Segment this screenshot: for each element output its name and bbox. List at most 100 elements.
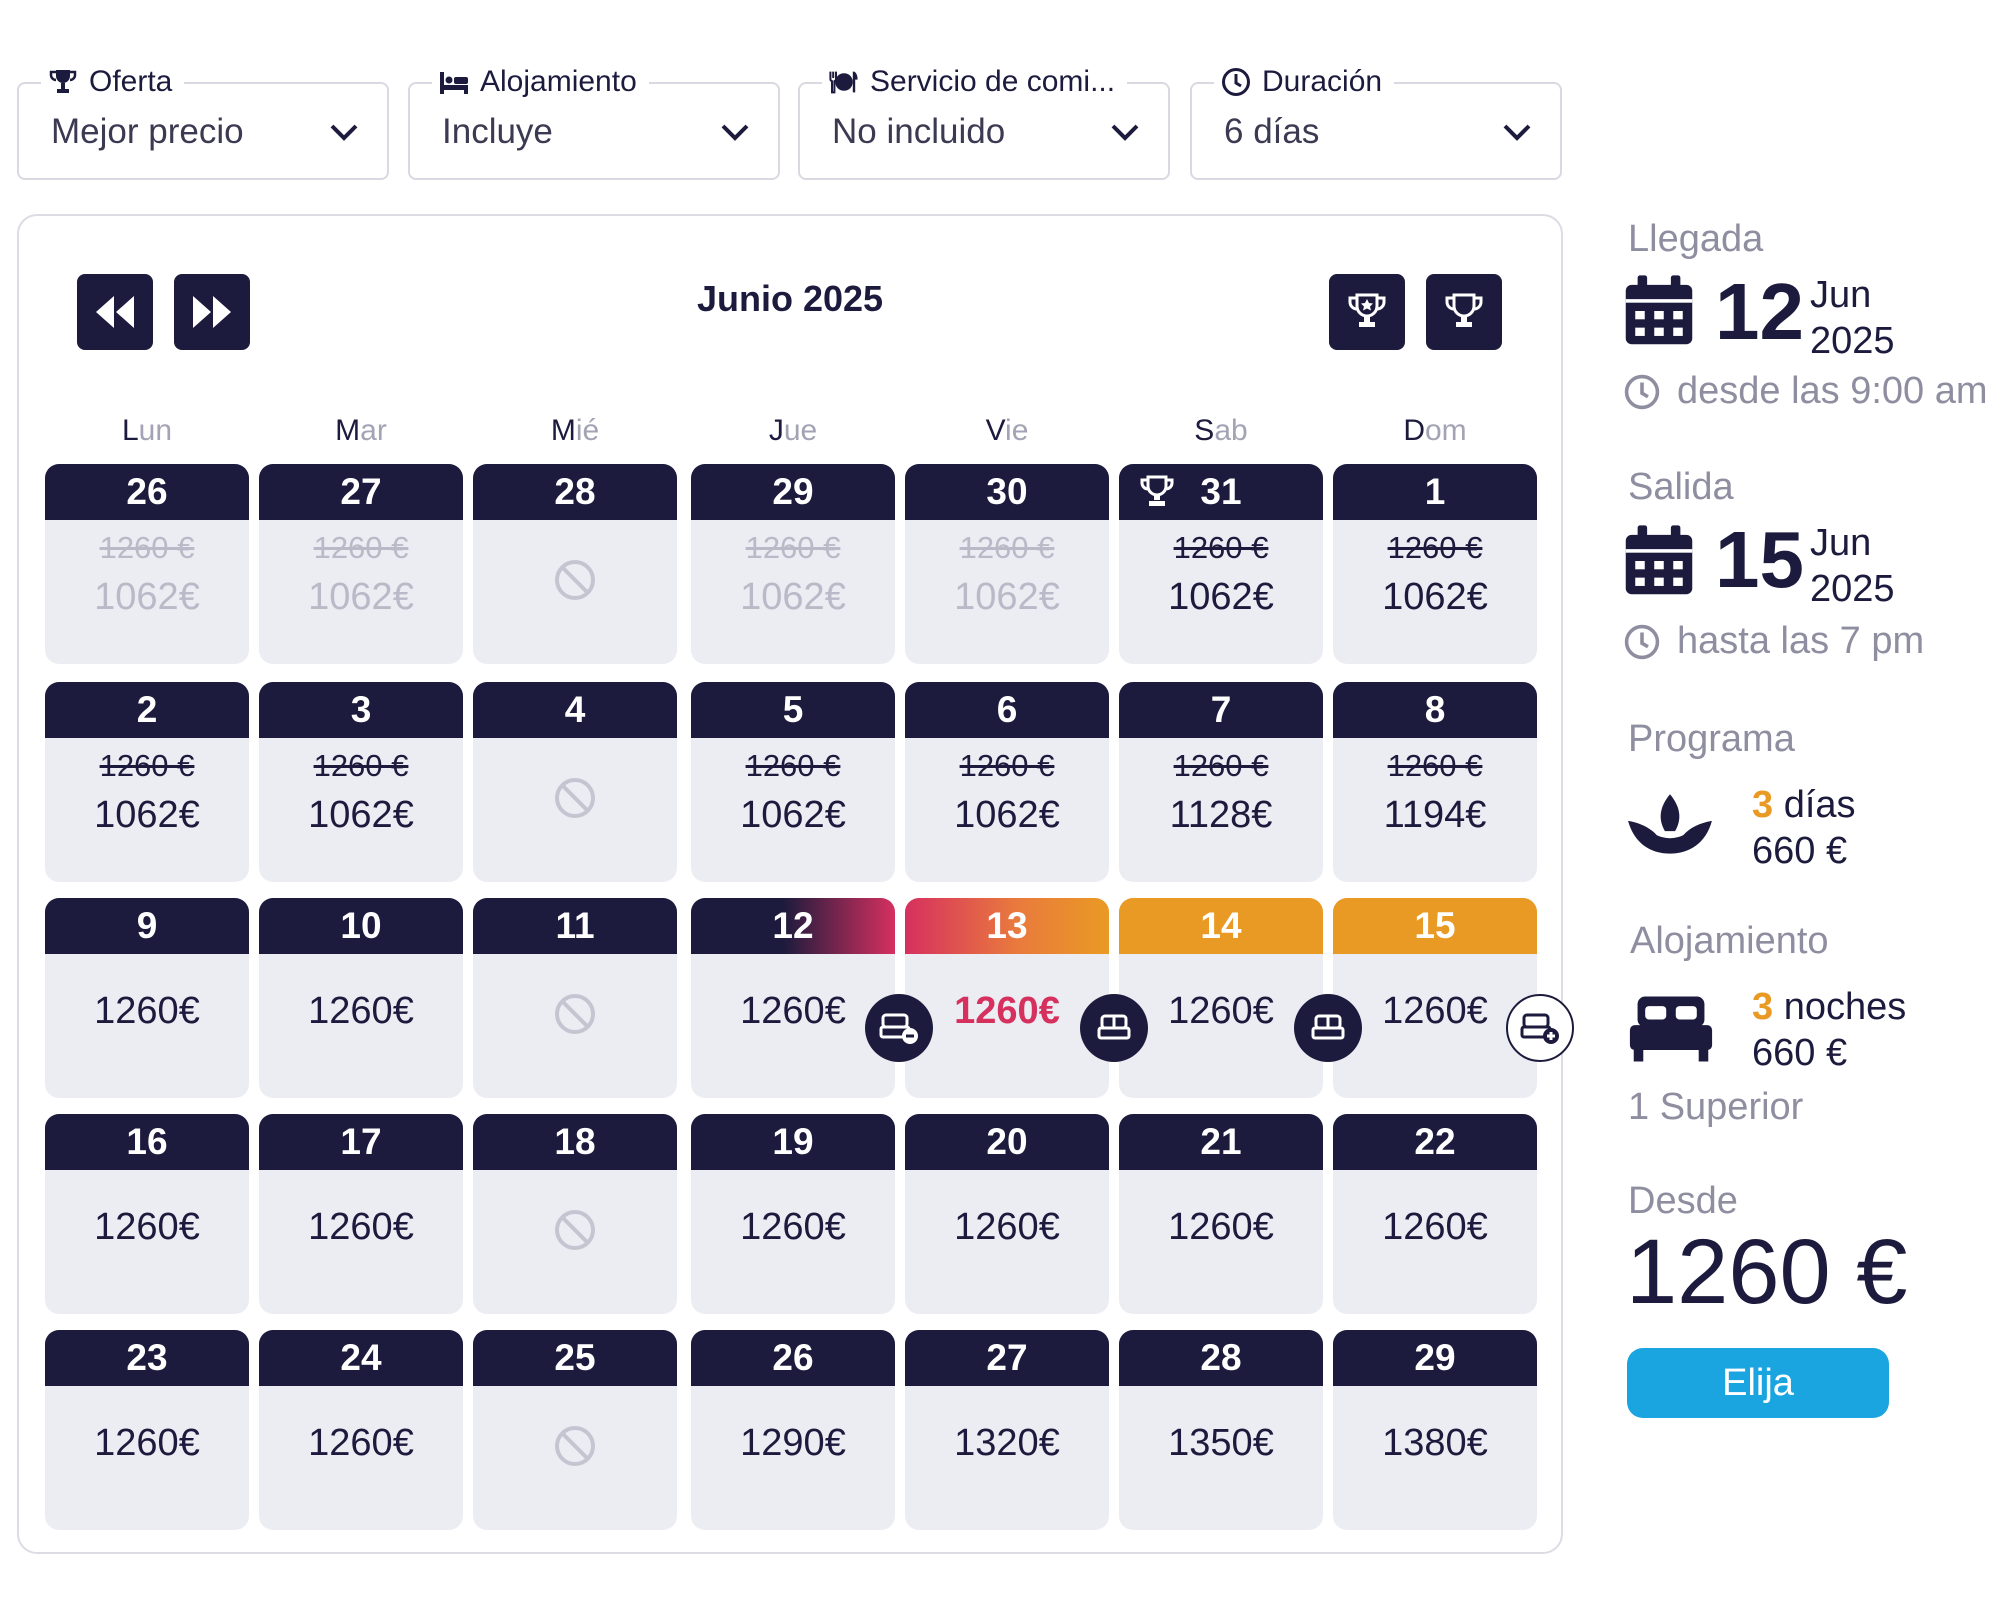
day-number: 25 [473, 1330, 677, 1386]
calendar-icon [1625, 525, 1693, 595]
calendar-day[interactable]: 30 1260 € 1062€ [905, 464, 1109, 664]
trophy-button[interactable] [1426, 274, 1502, 350]
calendar-day[interactable]: 27 1260 € 1062€ [259, 464, 463, 664]
chevron-down-icon [1111, 124, 1139, 141]
program-price: 660 € [1752, 830, 1848, 872]
day-number: 12 [691, 898, 895, 954]
program-details: 3 días 660 € [1752, 782, 1856, 874]
calendar-day[interactable]: 22 1260€ [1333, 1114, 1537, 1314]
departure-month-year: Jun 2025 [1810, 520, 1895, 612]
add-room-button[interactable] [1506, 994, 1574, 1062]
day-price: 1260€ [94, 1422, 200, 1464]
filter-alojamiento[interactable]: Alojamiento Incluye [408, 62, 780, 180]
day-number: 3 [259, 682, 463, 738]
filter-duracion-value: 6 días [1224, 112, 1320, 151]
from-label: Desde [1628, 1180, 1738, 1222]
calendar-day[interactable]: 28 1350€ [1119, 1330, 1323, 1530]
day-number-text: 26 [772, 1337, 814, 1378]
day-number: 9 [45, 898, 249, 954]
weekday-initial: D [1403, 414, 1425, 447]
day-number-text: 19 [772, 1121, 814, 1162]
filter-duracion[interactable]: Duración 6 días [1190, 62, 1562, 180]
calendar-day[interactable]: 5 1260 € 1062€ [691, 682, 895, 882]
calendar-day[interactable]: 2 1260 € 1062€ [45, 682, 249, 882]
calendar-day[interactable]: 24 1260€ [259, 1330, 463, 1530]
arrival-month-year: Jun 2025 [1810, 272, 1895, 364]
day-number: 22 [1333, 1114, 1537, 1170]
discount-price: 1062€ [308, 794, 414, 836]
day-number-text: 30 [986, 471, 1028, 512]
unavailable-icon [553, 1424, 597, 1468]
trophy-icon [1137, 474, 1177, 510]
calendar-day[interactable]: 12 1260€ [691, 898, 895, 1098]
remove-room-button[interactable] [865, 994, 933, 1062]
day-number: 31 [1119, 464, 1323, 520]
day-price: 1350€ [1168, 1422, 1274, 1464]
discount-price: 1062€ [740, 576, 846, 618]
day-number-text: 22 [1414, 1121, 1456, 1162]
day-number: 27 [905, 1330, 1109, 1386]
star-trophy-button[interactable] [1329, 274, 1405, 350]
calendar-day[interactable]: 17 1260€ [259, 1114, 463, 1314]
day-number-text: 20 [986, 1121, 1028, 1162]
calendar-day[interactable]: 29 1260 € 1062€ [691, 464, 895, 664]
bed-icon [440, 72, 468, 94]
calendar-day[interactable]: 3 1260 € 1062€ [259, 682, 463, 882]
day-number: 6 [905, 682, 1109, 738]
calendar-day[interactable]: 1 1260 € 1062€ [1333, 464, 1537, 664]
day-number-text: 12 [772, 905, 814, 946]
filter-oferta-value: Mejor precio [51, 112, 244, 151]
original-price: 1260 € [1387, 748, 1483, 783]
calendar-day[interactable]: 13 1260€ [905, 898, 1109, 1098]
lodging-price: 660 € [1752, 1032, 1848, 1074]
bed-icon [1097, 1014, 1131, 1040]
bed-night-13[interactable] [1080, 994, 1148, 1062]
day-number: 28 [1119, 1330, 1323, 1386]
original-price: 1260 € [1173, 748, 1269, 783]
calendar-day[interactable]: 6 1260 € 1062€ [905, 682, 1109, 882]
day-number-text: 24 [340, 1337, 382, 1378]
filter-oferta[interactable]: Oferta Mejor precio [17, 62, 389, 180]
calendar-day[interactable]: 26 1260 € 1062€ [45, 464, 249, 664]
calendar-day[interactable]: 29 1380€ [1333, 1330, 1537, 1530]
calendar-day[interactable]: 31 1260 € 1062€ [1119, 464, 1323, 664]
arrival-time-text: desde las 9:00 am [1677, 370, 1988, 412]
calendar-day[interactable]: 15 1260€ [1333, 898, 1537, 1098]
calendar-day[interactable]: 16 1260€ [45, 1114, 249, 1314]
room-type: 1 Superior [1628, 1086, 1804, 1128]
calendar-day[interactable]: 20 1260€ [905, 1114, 1109, 1314]
arrival-year: 2025 [1810, 320, 1895, 362]
calendar-day[interactable]: 26 1290€ [691, 1330, 895, 1530]
original-price: 1260 € [959, 748, 1055, 783]
day-number: 27 [259, 464, 463, 520]
calendar-day[interactable]: 14 1260€ [1119, 898, 1323, 1098]
calendar-day[interactable]: 7 1260 € 1128€ [1119, 682, 1323, 882]
filter-comida[interactable]: Servicio de comi... No incluido [798, 62, 1170, 180]
day-price: 1260€ [94, 1206, 200, 1248]
calendar-day[interactable]: 8 1260 € 1194€ [1333, 682, 1537, 882]
weekday-initial: M [550, 414, 576, 447]
calendar-day[interactable]: 21 1260€ [1119, 1114, 1323, 1314]
day-price: 1290€ [740, 1422, 846, 1464]
unavailable-icon [553, 558, 597, 602]
departure-time: hasta las 7 pm [1623, 620, 1924, 663]
day-price: 1260€ [308, 990, 414, 1032]
program-label: Programa [1628, 718, 1795, 760]
bed-plus-icon [1520, 1013, 1559, 1044]
choose-button[interactable]: Elija [1627, 1348, 1889, 1418]
weekday-label: Vie [905, 414, 1109, 448]
day-number-text: 28 [554, 471, 596, 512]
calendar-day[interactable]: 23 1260€ [45, 1330, 249, 1530]
clock-icon [1624, 374, 1660, 409]
arrival-month: Jun [1810, 274, 1872, 316]
calendar-day[interactable]: 19 1260€ [691, 1114, 895, 1314]
bed-night-14[interactable] [1294, 994, 1362, 1062]
day-number-text: 1 [1424, 471, 1446, 512]
day-number-text: 4 [564, 689, 586, 730]
calendar-day[interactable]: 27 1320€ [905, 1330, 1109, 1530]
day-number: 8 [1333, 682, 1537, 738]
calendar-day[interactable]: 9 1260€ [45, 898, 249, 1098]
calendar-day[interactable]: 10 1260€ [259, 898, 463, 1098]
original-price: 1260 € [1387, 530, 1483, 565]
lodging-count: 3 [1752, 986, 1774, 1028]
